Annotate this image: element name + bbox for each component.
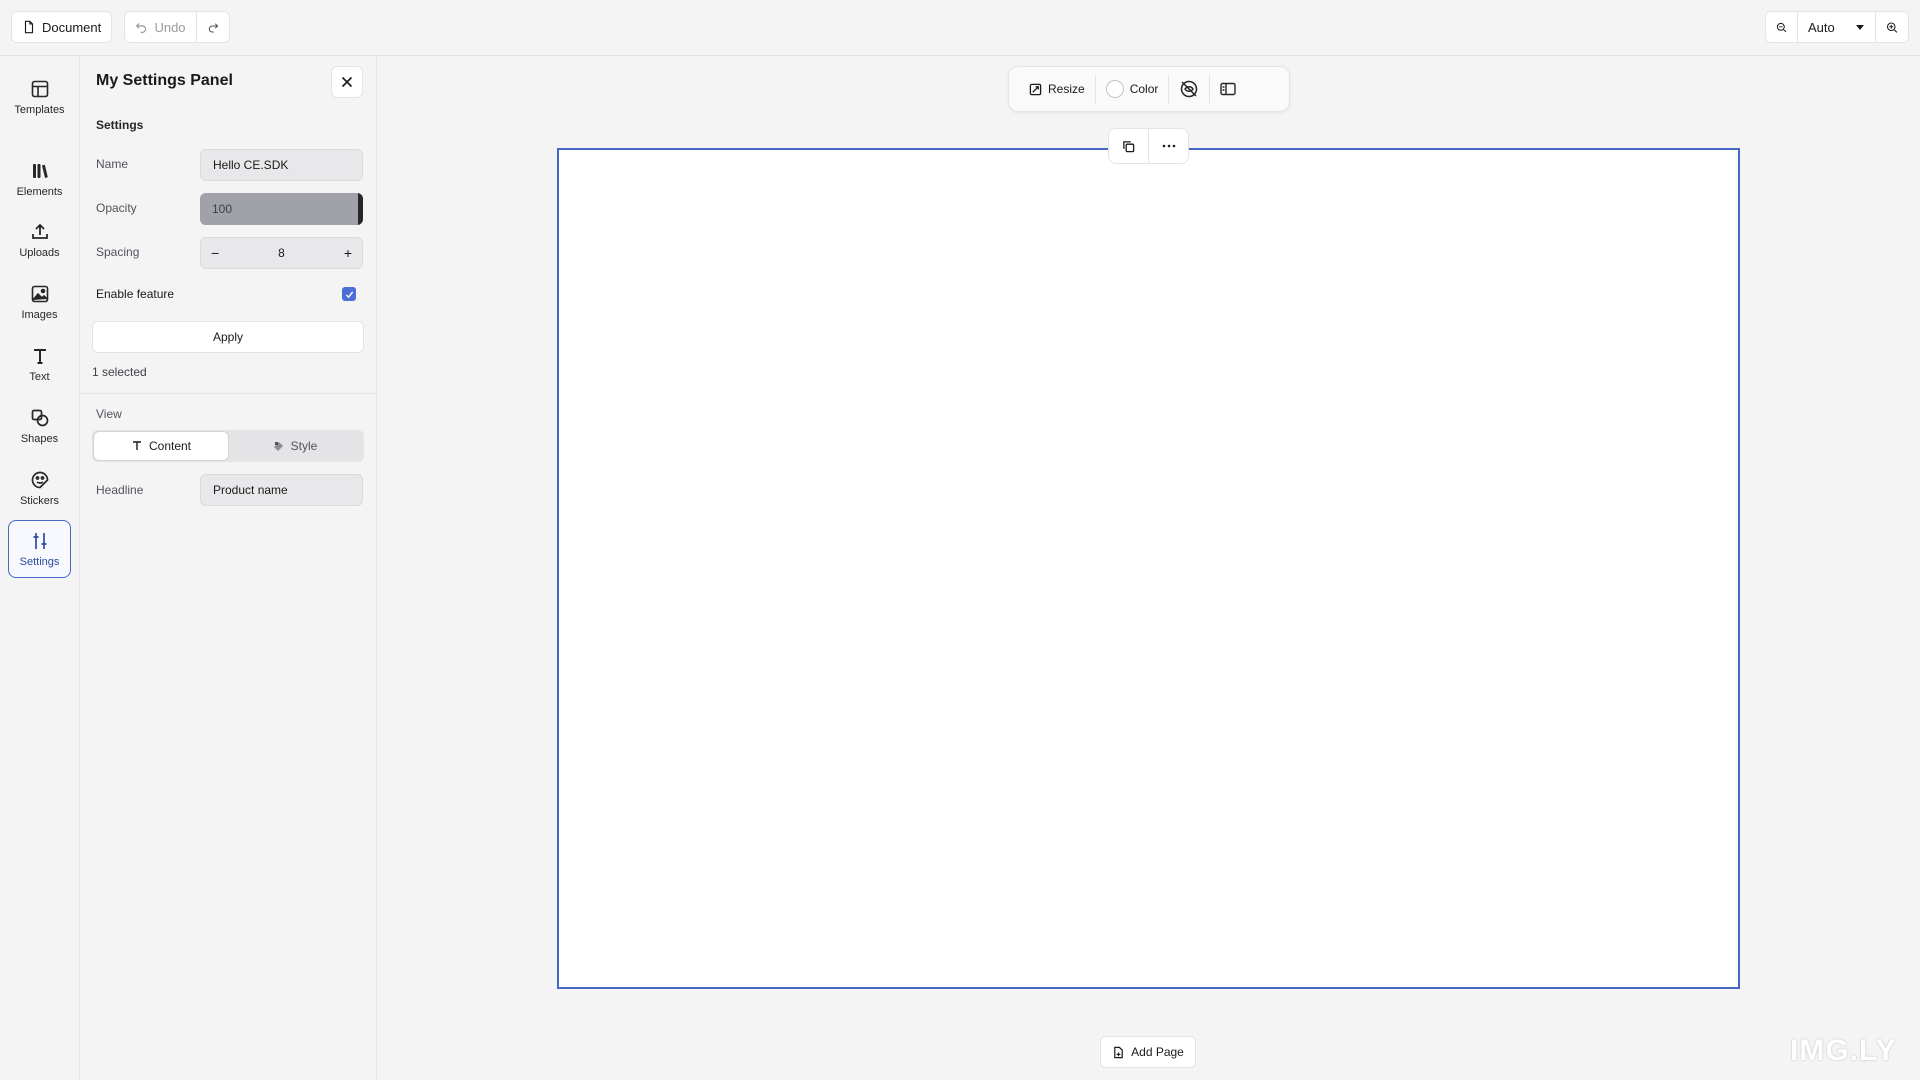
document-button[interactable]: Document (11, 11, 113, 43)
check-icon (345, 290, 353, 298)
headline-label: Headline (96, 483, 144, 497)
page-canvas[interactable] (557, 148, 1740, 989)
undo-button[interactable]: Undo (125, 12, 197, 42)
spacing-label: Spacing (96, 245, 140, 259)
zoom-select[interactable]: Auto (1798, 12, 1876, 42)
elements-icon (32, 163, 48, 178)
top-bar: Document Undo Auto (0, 0, 1920, 56)
history-group: Undo (124, 11, 230, 43)
undo-label: Undo (154, 19, 186, 35)
enable-feature-checkbox[interactable] (342, 287, 356, 301)
rail-label: Templates (14, 103, 65, 116)
canvas-toolbar: Resize Color (1008, 66, 1290, 112)
settings-panel: My Settings Panel Settings Name Hello CE… (80, 56, 377, 1080)
rail-label: Elements (16, 185, 63, 198)
opacity-value: 100 (212, 202, 233, 216)
settings-section-label: Settings (96, 118, 144, 132)
selection-count: 1 selected (92, 365, 147, 379)
close-panel-button[interactable] (331, 66, 363, 98)
panel-title: My Settings Panel (96, 72, 233, 89)
zoom-out-icon (1776, 22, 1787, 32)
brush-icon (273, 442, 283, 451)
rail-label: Shapes (20, 432, 59, 445)
color-swatch (1105, 80, 1124, 98)
add-page-label: Add Page (1131, 1045, 1184, 1059)
color-label: Color (1129, 82, 1159, 96)
resize-button[interactable]: Resize (1019, 74, 1095, 104)
name-label: Name (96, 157, 129, 171)
redo-button[interactable] (197, 12, 229, 42)
zoom-value: Auto (1808, 19, 1835, 35)
view-label: View (96, 407, 122, 421)
color-button[interactable]: Color (1096, 74, 1169, 104)
view-tabs: Content Style (92, 430, 364, 462)
close-icon (341, 76, 353, 88)
apply-button[interactable]: Apply (92, 321, 364, 353)
visibility-off-icon (1181, 80, 1198, 98)
opacity-thumb[interactable] (358, 193, 363, 225)
tab-label: Content (148, 439, 192, 453)
image-icon (31, 285, 48, 302)
zoom-out-button[interactable] (1766, 12, 1798, 42)
imgly-watermark: IMG.LY (1790, 1034, 1897, 1067)
document-label: Document (42, 19, 102, 35)
more-options-button[interactable] (1149, 129, 1188, 163)
redo-icon (208, 22, 219, 33)
add-page-button[interactable]: Add Page (1100, 1036, 1196, 1068)
templates-icon (31, 80, 48, 97)
opacity-slider[interactable]: 100 (200, 193, 363, 225)
rail-item-elements[interactable]: Elements (8, 150, 71, 208)
caret-down-icon (1856, 25, 1864, 30)
duplicate-icon (1123, 140, 1135, 152)
rail-item-text[interactable]: Text (8, 335, 71, 393)
rail-item-uploads[interactable]: Uploads (8, 211, 71, 269)
enable-feature-label: Enable feature (96, 287, 175, 301)
text-icon (132, 441, 141, 450)
upload-icon (31, 223, 48, 239)
spacing-value[interactable]: 8 (278, 246, 285, 260)
sliders-icon (33, 532, 46, 549)
opacity-label: Opacity (96, 201, 137, 215)
page-actions (1108, 128, 1189, 164)
undo-icon (136, 22, 147, 33)
zoom-in-icon (1886, 21, 1898, 33)
sidebar-icon (1220, 82, 1237, 96)
rail-label: Uploads (19, 246, 60, 259)
shapes-icon (31, 409, 48, 426)
rail-item-stickers[interactable]: Stickers (8, 459, 71, 517)
decrement-button[interactable]: − (211, 245, 219, 261)
rail-label: Settings (19, 555, 60, 568)
zoom-group: Auto (1765, 11, 1909, 43)
zoom-in-button[interactable] (1876, 12, 1908, 42)
more-icon (1162, 144, 1175, 148)
panel-toggle-button[interactable] (1210, 74, 1246, 104)
text-icon (33, 348, 46, 364)
rail-item-settings[interactable]: Settings (8, 520, 71, 578)
resize-icon (1029, 83, 1042, 95)
rail-item-templates[interactable]: Templates (8, 68, 71, 126)
panel-divider (80, 393, 377, 394)
sticker-icon (31, 471, 48, 488)
visibility-button[interactable] (1169, 74, 1209, 104)
headline-value: Product name (213, 483, 288, 497)
headline-input[interactable]: Product name (200, 474, 363, 506)
document-icon (24, 20, 34, 34)
name-value: Hello CE.SDK (213, 158, 289, 172)
spacing-stepper: − 8 + (200, 237, 363, 269)
resize-label: Resize (1048, 82, 1085, 96)
tab-style[interactable]: Style (228, 432, 362, 460)
dock-rail: Templates Elements Uploads Images Text S… (0, 56, 80, 1080)
name-input[interactable]: Hello CE.SDK (200, 149, 363, 181)
rail-label: Text (29, 370, 50, 383)
tab-content[interactable]: Content (94, 432, 228, 460)
duplicate-page-button[interactable] (1109, 129, 1149, 163)
rail-label: Images (21, 308, 58, 321)
tab-label: Style (290, 439, 318, 453)
rail-item-images[interactable]: Images (8, 273, 71, 331)
rail-label: Stickers (19, 494, 60, 507)
rail-item-shapes[interactable]: Shapes (8, 397, 71, 455)
add-page-icon (1114, 1046, 1123, 1058)
increment-button[interactable]: + (344, 245, 352, 261)
